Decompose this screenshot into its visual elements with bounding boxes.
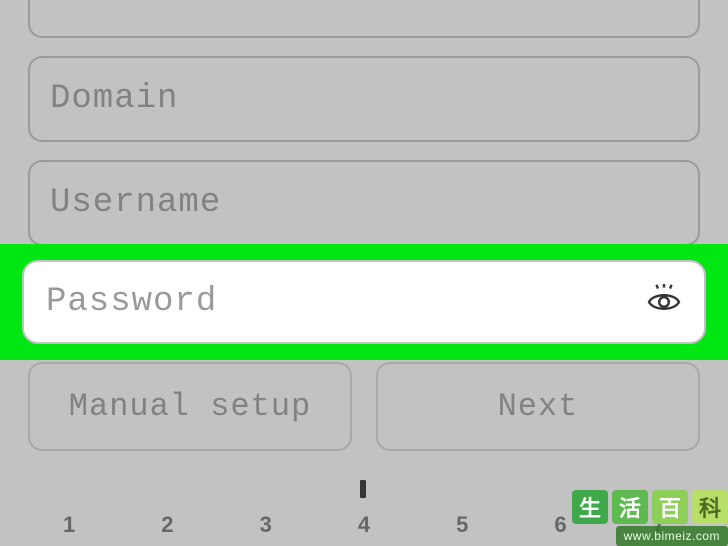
- button-row: Manual setup Next: [28, 362, 700, 451]
- watermark: 生 活 百 科 www.bimeiz.com: [538, 484, 728, 546]
- next-button[interactable]: Next: [376, 362, 700, 451]
- key-1[interactable]: 1: [20, 512, 118, 538]
- previous-field[interactable]: [28, 0, 700, 38]
- key-4[interactable]: 4: [315, 512, 413, 538]
- password-placeholder: Password: [46, 283, 217, 321]
- key-2[interactable]: 2: [118, 512, 216, 538]
- username-input[interactable]: Username: [28, 160, 700, 246]
- watermark-url: www.bimeiz.com: [616, 526, 728, 546]
- domain-input[interactable]: Domain: [28, 56, 700, 142]
- password-input[interactable]: Password: [22, 260, 706, 344]
- key-3[interactable]: 3: [217, 512, 315, 538]
- domain-placeholder: Domain: [50, 80, 178, 118]
- username-placeholder: Username: [50, 184, 221, 222]
- manual-setup-button[interactable]: Manual setup: [28, 362, 352, 451]
- watermark-chars: 生 活 百 科: [572, 490, 728, 524]
- show-password-icon[interactable]: [646, 284, 682, 320]
- key-5[interactable]: 5: [413, 512, 511, 538]
- highlighted-region: Password: [0, 244, 728, 360]
- caret-indicator: [360, 480, 366, 498]
